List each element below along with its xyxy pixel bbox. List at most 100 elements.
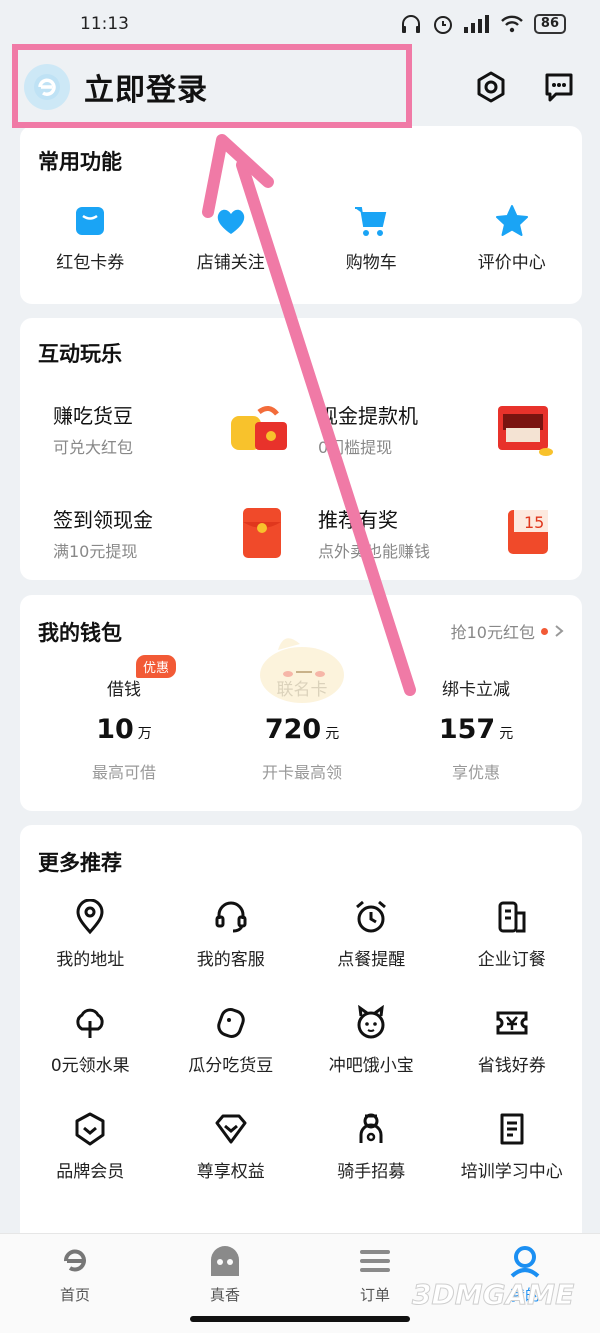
wallet-item-value: 720 — [264, 714, 322, 745]
headphones-icon — [401, 15, 420, 33]
more-item-label: 冲吧饿小宝 — [328, 1056, 414, 1076]
more-item-label: 企业订餐 — [477, 950, 546, 970]
play-item-checkin-cash[interactable]: 签到领现金 满10元提现 — [53, 504, 313, 584]
wifi-icon — [501, 15, 523, 33]
more-item-share-beans[interactable]: 瓜分吃货豆 — [161, 1005, 302, 1076]
common-item-coupons[interactable]: 红包卡券 — [20, 204, 161, 273]
play-item-title: 赚吃货豆 — [53, 404, 133, 428]
signal-icon — [463, 15, 489, 33]
wallet-promo-text: 抢10元红包 — [450, 623, 535, 642]
location-icon — [76, 899, 104, 935]
wallet-item-bind-card[interactable]: 绑卡立减 157 元 享优惠 — [386, 675, 566, 783]
red-dot-icon — [541, 627, 548, 635]
eleme-logo-icon — [34, 74, 60, 100]
more-item-order-reminder[interactable]: 点餐提醒 — [301, 899, 442, 970]
wallet-item-value: 10 — [96, 714, 134, 745]
more-item-eleme-mascot[interactable]: 冲吧饿小宝 — [301, 1005, 442, 1076]
message-icon[interactable] — [542, 70, 576, 104]
play-item-earn-beans[interactable]: 赚吃货豆 可兑大红包 — [53, 400, 313, 480]
more-item-training-center[interactable]: 培训学习中心 — [442, 1111, 583, 1182]
wallet-item-value-row: 10 万 — [34, 714, 214, 745]
more-item-brand-membership[interactable]: 品牌会员 — [20, 1111, 161, 1182]
common-item-reviews[interactable]: 评价中心 — [442, 204, 583, 273]
alarm-icon — [433, 16, 452, 34]
play-item-subtitle: 0门槛提现 — [318, 438, 393, 457]
common-item-label: 购物车 — [345, 253, 397, 273]
cash-machine-icon — [498, 406, 553, 456]
more-item-rider-recruit[interactable]: 骑手招募 — [301, 1111, 442, 1182]
common-item-label: 红包卡券 — [56, 253, 125, 273]
alarm-clock-icon — [356, 900, 387, 933]
login-button[interactable]: 立即登录 — [84, 65, 208, 109]
chevron-right-icon — [555, 625, 564, 637]
more-item-address[interactable]: 我的地址 — [20, 899, 161, 970]
settings-icon[interactable] — [474, 70, 508, 104]
interactive-play-card: 互动玩乐 赚吃货豆 可兑大红包 现金提款机 0门槛提现 签到领现金 满10元提现… — [20, 318, 582, 580]
common-item-shop-follow[interactable]: 店铺关注 — [161, 204, 302, 273]
more-item-label: 省钱好券 — [477, 1056, 546, 1076]
common-functions-title: 常用功能 — [38, 150, 122, 174]
red-envelope-icon — [243, 508, 281, 558]
wallet-title: 我的钱包 — [38, 621, 122, 645]
status-icons: 86 — [400, 13, 566, 35]
home-indicator — [190, 1316, 410, 1322]
building-icon — [498, 901, 526, 933]
more-item-saving-coupons[interactable]: 省钱好券 — [442, 1005, 583, 1076]
referral-coupon-icon: 15 — [508, 510, 548, 554]
play-item-subtitle: 满10元提现 — [53, 542, 138, 561]
tab-home[interactable]: 首页 — [0, 1234, 150, 1333]
wallet-item-sub: 享优惠 — [451, 763, 500, 782]
cart-icon — [355, 207, 387, 236]
more-item-premium-benefits[interactable]: 尊享权益 — [161, 1111, 302, 1182]
wallet-item-value: 157 — [438, 714, 496, 745]
wallet-item-label: 借钱 — [107, 680, 141, 700]
more-item-label: 品牌会员 — [56, 1162, 125, 1182]
avatar[interactable] — [24, 64, 70, 110]
more-recommendations-card: 更多推荐 我的地址 我的客服 点餐提醒 企业订餐 0元领水果 瓜分吃货豆 冲吧饿… — [20, 825, 582, 1245]
play-item-subtitle: 点外卖也能赚钱 — [318, 542, 431, 561]
svg-text:15: 15 — [524, 513, 544, 532]
more-item-label: 我的客服 — [196, 950, 265, 970]
more-recommendations-title: 更多推荐 — [38, 851, 122, 875]
tree-icon — [76, 1008, 104, 1038]
ghost-face-icon — [211, 1246, 239, 1276]
play-item-cash-machine[interactable]: 现金提款机 0门槛提现 — [318, 400, 578, 480]
play-item-subtitle: 可兑大红包 — [53, 438, 134, 457]
more-item-customer-service[interactable]: 我的客服 — [161, 899, 302, 970]
more-item-label: 尊享权益 — [196, 1162, 265, 1182]
interactive-play-title: 互动玩乐 — [38, 342, 122, 366]
status-time: 11:13 — [80, 14, 129, 34]
play-item-title: 签到领现金 — [53, 508, 153, 532]
more-item-free-fruit[interactable]: 0元领水果 — [20, 1005, 161, 1076]
heart-icon — [217, 209, 244, 234]
tab-label: 真香 — [209, 1286, 240, 1304]
account-header: 立即登录 — [0, 48, 600, 126]
site-watermark: 3DMGAME — [411, 1278, 575, 1312]
wallet-item-sub: 开卡最高领 — [261, 763, 342, 782]
status-bar: 11:13 86 — [0, 0, 600, 48]
more-item-label: 骑手招募 — [337, 1162, 406, 1182]
wallet-item-value-row: 720 元 — [212, 714, 392, 745]
wallet-item-unit: 万 — [137, 726, 152, 742]
home-logo-icon — [64, 1249, 86, 1272]
tab-label: 订单 — [359, 1286, 390, 1304]
headset-icon — [215, 901, 247, 933]
play-item-referral[interactable]: 推荐有奖 点外卖也能赚钱 15 — [318, 504, 578, 584]
mascot-face-icon — [357, 1005, 385, 1039]
mascot-watermark-icon — [260, 638, 344, 703]
yen-ticket-icon — [496, 1011, 528, 1035]
play-item-title: 现金提款机 — [318, 404, 418, 428]
more-item-label: 我的地址 — [56, 950, 125, 970]
more-item-enterprise-order[interactable]: 企业订餐 — [442, 899, 583, 970]
wallet-item-loan[interactable]: 借钱 10 万 最高可借 — [34, 675, 214, 783]
shield-check-icon — [75, 1112, 105, 1146]
more-item-label: 瓜分吃货豆 — [188, 1056, 274, 1076]
common-item-cart[interactable]: 购物车 — [301, 204, 442, 273]
gem-heart-icon — [215, 1114, 247, 1144]
wallet-promo-link[interactable]: 抢10元红包 — [451, 619, 564, 643]
coupon-icon — [76, 207, 105, 235]
bean-icon — [217, 1008, 245, 1038]
user-icon — [510, 1246, 540, 1278]
common-item-label: 店铺关注 — [196, 253, 265, 273]
more-item-label: 0元领水果 — [50, 1056, 130, 1076]
